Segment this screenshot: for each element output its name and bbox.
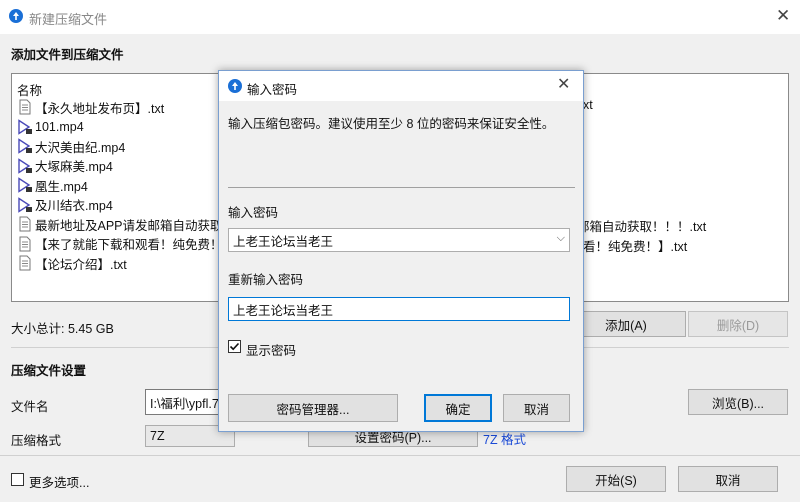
title-bar: 新建压缩文件 ✕ <box>0 0 800 34</box>
chevron-down-icon[interactable]: ⌵ <box>557 232 565 245</box>
video-file-icon <box>17 176 33 194</box>
app-logo-icon <box>9 9 23 23</box>
file-name: 及川结衣.mp4 <box>35 199 113 213</box>
video-file-icon <box>17 118 33 136</box>
file-name: 最新地址及APP请发邮箱自动获取 <box>35 218 223 233</box>
file-list-item[interactable]: 大沢美由纪.mp4 <box>17 136 125 156</box>
divider <box>0 455 800 456</box>
text-file-icon <box>17 215 33 233</box>
password-label: 输入密码 <box>228 206 279 220</box>
file-name: 大塚麻美.mp4 <box>35 160 113 174</box>
file-name: 凰生.mp4 <box>35 179 88 194</box>
file-list-item[interactable]: 大塚麻美.mp4 <box>17 156 113 176</box>
dialog-title-bar: 输入密码 ✕ <box>219 71 583 101</box>
start-button[interactable]: 开始(S) <box>566 466 666 492</box>
password-combobox[interactable]: 上老王论坛当老王 ⌵ <box>228 228 570 252</box>
dialog-close-icon[interactable]: ✕ <box>557 77 570 93</box>
text-file-icon <box>17 98 33 116</box>
file-name: 101.mp4 <box>35 119 84 134</box>
password-value: 上老王论坛当老王 <box>233 234 334 249</box>
file-name: 【永久地址发布页】.txt <box>35 101 165 116</box>
show-password-checkbox[interactable] <box>228 340 241 353</box>
file-name: 大沢美由纪.mp4 <box>35 140 126 155</box>
filename-label: 文件名 <box>11 400 49 414</box>
password-manager-button[interactable]: 密码管理器... <box>228 394 398 422</box>
total-size-label: 大小总计: 5.45 GB <box>11 322 114 336</box>
dialog-description: 输入压缩包密码。建议使用至少 8 位的密码来保证安全性。 <box>228 117 555 131</box>
text-file-icon <box>17 254 33 272</box>
confirm-password-input[interactable]: 上老王论坛当老王 <box>228 297 570 321</box>
file-name: 【来了就能下载和观看！纯免费！ <box>35 238 223 252</box>
app-logo-icon <box>228 79 242 93</box>
window-title: 新建压缩文件 <box>29 12 108 27</box>
file-list-item[interactable]: 【永久地址发布页】.txt <box>17 97 164 117</box>
confirm-password-label: 重新输入密码 <box>228 273 304 287</box>
dialog-description-area: 输入压缩包密码。建议使用至少 8 位的密码来保证安全性。 <box>219 101 583 169</box>
ok-button[interactable]: 确定 <box>424 394 492 422</box>
browse-button[interactable]: 浏览(B)... <box>688 389 788 415</box>
dialog-cancel-button[interactable]: 取消 <box>503 394 570 422</box>
file-list-item[interactable]: 【论坛介绍】.txt <box>17 253 127 273</box>
archive-settings-title: 压缩文件设置 <box>11 364 87 378</box>
file-name: 【论坛介绍】.txt <box>35 257 127 272</box>
dialog-title: 输入密码 <box>247 83 298 97</box>
video-file-icon <box>17 196 33 214</box>
file-list-item[interactable]: 及川结衣.mp4 <box>17 195 113 215</box>
file-list-item[interactable]: 凰生.mp4 <box>17 175 88 195</box>
close-icon[interactable]: ✕ <box>776 7 790 24</box>
file-list-item[interactable]: 【来了就能下载和观看！纯免费！ <box>17 234 223 254</box>
video-file-icon <box>17 137 33 155</box>
text-file-icon <box>17 235 33 253</box>
show-password-label[interactable]: 显示密码 <box>246 340 296 359</box>
more-options-label[interactable]: 更多选项... <box>29 472 89 491</box>
file-name-overflow: 看！纯免费！】.txt <box>583 240 688 254</box>
file-name-overflow: xt <box>583 98 593 112</box>
file-name-overflow: 邮箱自动获取！！！.txt <box>577 220 707 234</box>
add-files-section-title: 添加文件到压缩文件 <box>11 48 124 62</box>
check-icon <box>229 342 240 351</box>
file-list-item[interactable]: 最新地址及APP请发邮箱自动获取 <box>17 214 223 234</box>
divider <box>228 187 575 188</box>
video-file-icon <box>17 157 33 175</box>
add-button[interactable]: 添加(A) <box>566 311 686 337</box>
format-label: 压缩格式 <box>11 434 62 448</box>
more-options-checkbox[interactable] <box>11 473 24 486</box>
password-dialog: 输入密码 ✕ 输入压缩包密码。建议使用至少 8 位的密码来保证安全性。 输入密码… <box>218 70 584 432</box>
delete-button[interactable]: 删除(D) <box>688 311 788 337</box>
file-list-item[interactable]: 101.mp4 <box>17 117 84 137</box>
main-cancel-button[interactable]: 取消 <box>678 466 778 492</box>
